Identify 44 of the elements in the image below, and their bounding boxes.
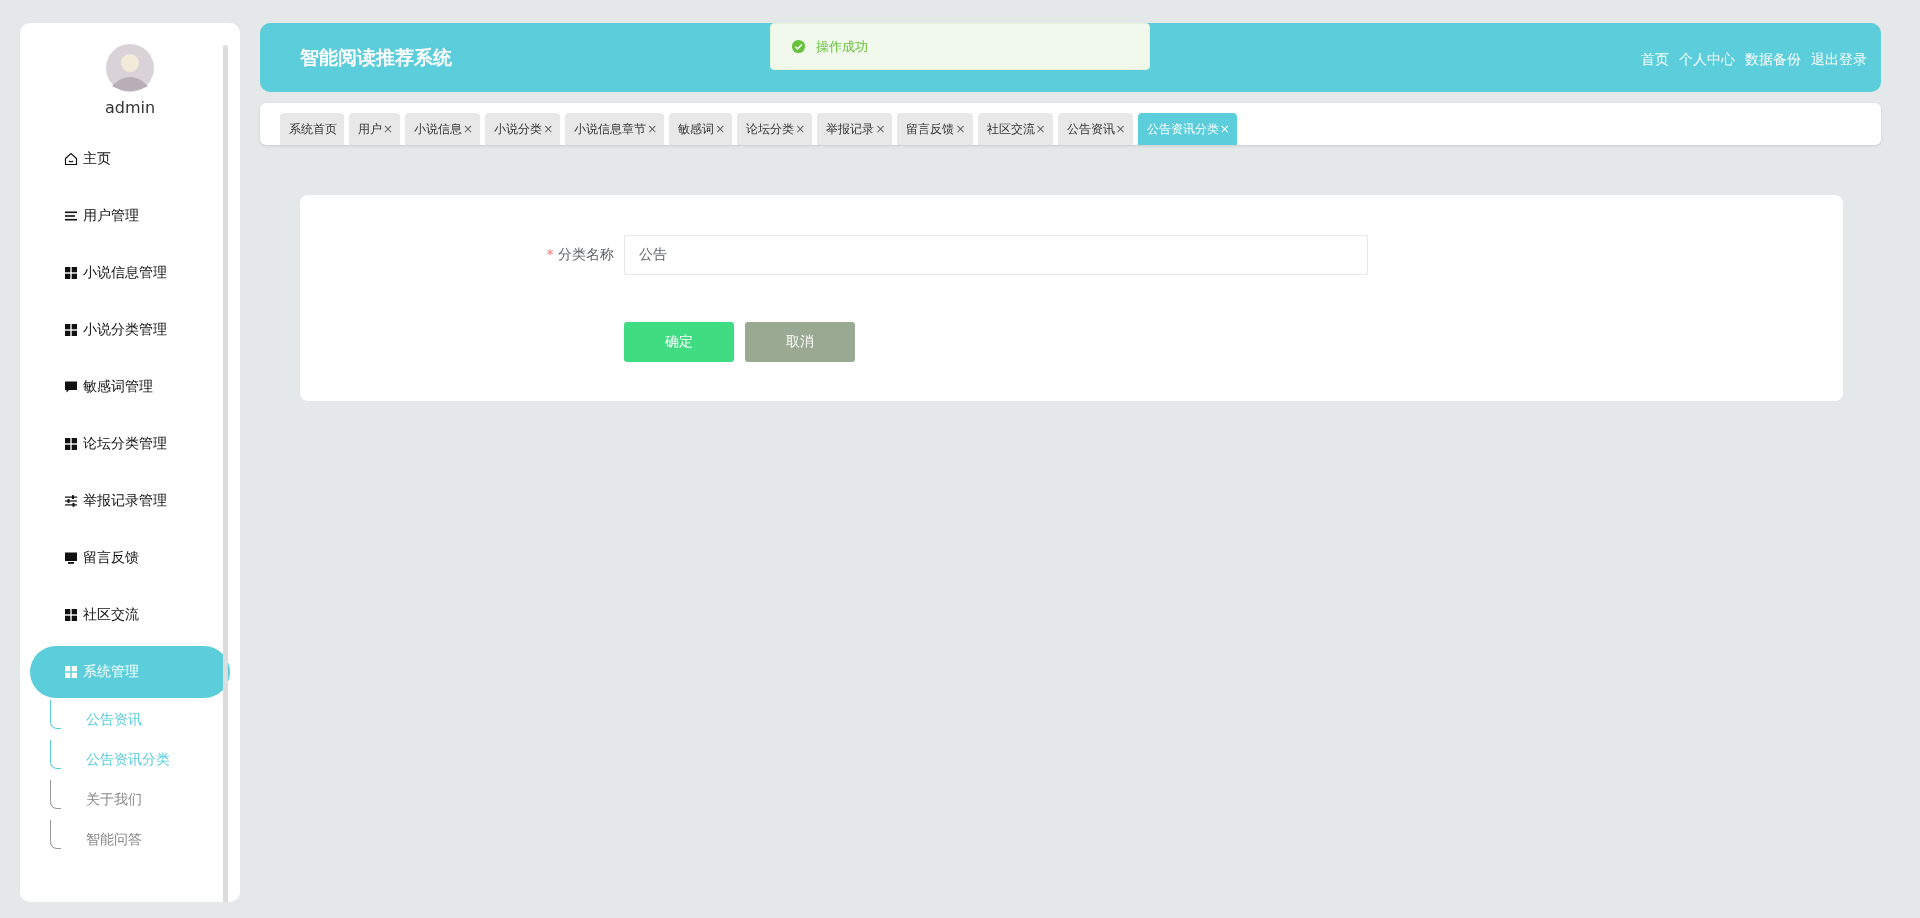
grid-icon [64,665,78,679]
grid-icon [64,608,78,622]
grid-icon [64,437,78,451]
tab[interactable]: 留言反馈× [897,113,973,145]
menu-item[interactable]: 举报记录管理 [30,475,230,527]
home-icon [64,152,78,166]
tab[interactable]: 小说分类× [485,113,561,145]
user-name: admin [104,98,156,117]
toast-message: 操作成功 [816,37,868,56]
menu-item[interactable]: 小说信息管理 [30,247,230,299]
grid-icon [64,266,78,280]
menu-item[interactable]: 主页 [30,133,230,185]
tab[interactable]: 举报记录× [817,113,893,145]
scrollbar[interactable] [223,45,228,902]
tree-line [50,820,61,849]
submenu-item[interactable]: 智能问答 [86,831,142,849]
grid-icon [64,323,78,337]
check-circle-icon [791,39,806,54]
tree-line [50,700,61,729]
tab[interactable]: 敏感词× [669,113,733,145]
avatar-icon[interactable] [106,44,154,92]
menu-item[interactable]: 社区交流 [30,589,230,641]
menu-item[interactable]: 用户管理 [30,190,230,242]
menu-item[interactable]: 小说分类管理 [30,304,230,356]
list-icon [64,209,78,223]
submenu-item[interactable]: 关于我们 [86,791,142,809]
input-field[interactable]: 公告 [624,235,1368,275]
chat-icon [64,380,78,394]
tab[interactable]: 系统首页 [280,113,344,145]
menu-item[interactable]: 留言反馈 [30,532,230,584]
field-label: * 分类名称 [545,246,615,264]
tab[interactable]: 小说信息× [405,113,481,145]
monitor-icon [64,551,78,565]
tab[interactable]: 论坛分类× [737,113,813,145]
tree-line [50,780,61,809]
menu-item[interactable]: 敏感词管理 [30,361,230,413]
tree-line [50,740,61,769]
tab[interactable]: 公告资讯× [1057,113,1133,145]
tab[interactable]: 用户× [349,113,401,145]
sliders-icon [64,494,78,508]
menu-item[interactable]: 论坛分类管理 [30,418,230,470]
tab[interactable]: 小说信息章节× [565,113,665,145]
tab[interactable]: 社区交流× [977,113,1053,145]
app-title: 智能阅读推荐系统 [300,44,452,70]
